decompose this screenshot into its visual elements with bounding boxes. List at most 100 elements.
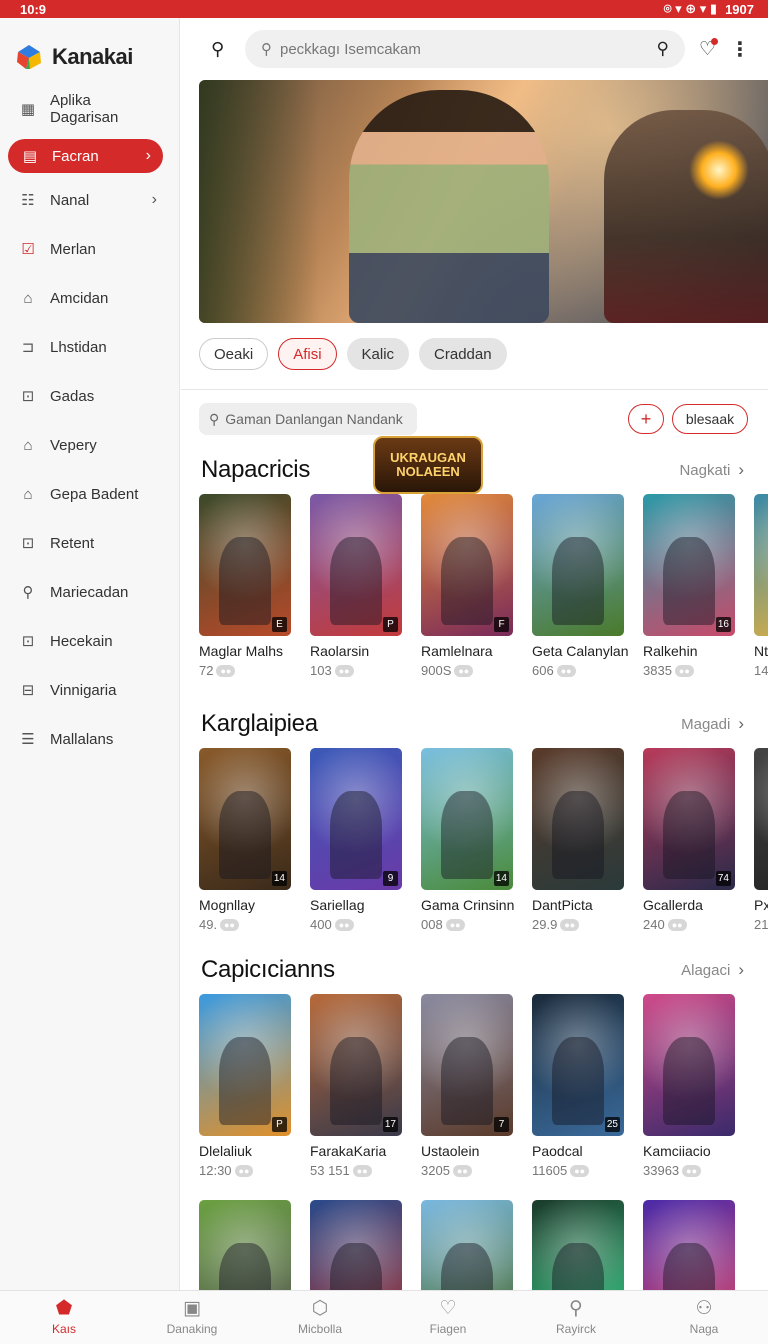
tab-danaking[interactable]: ▣ Danaking	[128, 1291, 256, 1344]
game-thumbnail[interactable]: 15	[310, 1200, 402, 1290]
game-thumbnail[interactable]: 36	[199, 1200, 291, 1290]
chip-kalic[interactable]: Kalic	[346, 338, 410, 370]
section-header: Capicıcianns Alagaci ›	[181, 946, 768, 994]
game-thumbnail[interactable]: P	[310, 494, 402, 636]
game-thumbnail[interactable]: 14	[643, 1200, 735, 1290]
wishlist-icon[interactable]: ♡	[699, 37, 719, 61]
game-thumbnail[interactable]: 8	[421, 1200, 513, 1290]
game-thumbnail[interactable]	[532, 748, 624, 890]
section-see-all[interactable]: Alagaci ›	[681, 960, 744, 980]
thumbnail-character	[441, 1242, 493, 1290]
sidebar-item-amcidan[interactable]: ⌂ Amcidan	[0, 276, 179, 320]
hero-banner[interactable]	[199, 80, 768, 323]
section-see-all[interactable]: Magadi ›	[681, 714, 744, 734]
sidebar-item-facran[interactable]: ▤ Facran ›	[8, 139, 163, 173]
game-card[interactable]: E Maglar Malhs 72 ●●	[199, 494, 302, 678]
game-thumbnail[interactable]: 25	[532, 994, 624, 1136]
game-card[interactable]: 14	[643, 1200, 746, 1290]
game-card[interactable]: P Dlelaliuk 12:30 ●●	[199, 994, 302, 1178]
game-card[interactable]: Geta Calanylan 606 ●●	[532, 494, 635, 678]
game-thumbnail[interactable]: 16	[643, 494, 735, 636]
search-icon[interactable]: ⚲	[211, 39, 231, 60]
game-card[interactable]: 14 Mognllay 49. ●●	[199, 748, 302, 932]
game-thumbnail[interactable]	[643, 994, 735, 1136]
tab-rayirck[interactable]: ⚲ Rayirck	[512, 1291, 640, 1344]
sidebar-item-vinnigaria[interactable]: ⊟ Vinnigaria	[0, 668, 179, 712]
see-all-label: Nagkati	[679, 461, 731, 479]
game-thumbnail[interactable]: 7	[421, 994, 513, 1136]
game-card[interactable]: P Raolarsin 103 ●●	[310, 494, 413, 678]
game-card[interactable]: 7 Ustaolein 3205 ●●	[421, 994, 524, 1178]
sidebar-item-merlan[interactable]: ☑ Merlan	[0, 227, 179, 271]
sidebar-item-hecekain[interactable]: ⊡ Hecekain	[0, 619, 179, 663]
game-thumbnail[interactable]: 9	[310, 748, 402, 890]
game-card[interactable]: 8	[421, 1200, 524, 1290]
game-card[interactable]: 14 Gama Crinsinn 008 ●●	[421, 748, 524, 932]
game-card[interactable]: Kamciiacio 33963 ●●	[643, 994, 746, 1178]
sidebar-item-aplika-dagarisan[interactable]: ▦ Aplika Dagarisan	[0, 87, 179, 131]
game-card[interactable]: 25 Paodcal 11605 ●●	[532, 994, 635, 1178]
sidebar-item-retent[interactable]: ⊡ Retent	[0, 521, 179, 565]
game-meta: 11605 ●●	[532, 1163, 635, 1178]
search-field-icon: ⚲	[261, 41, 272, 58]
game-card[interactable]: Nt 14●●	[754, 494, 768, 678]
rating-pill-icon: ●●	[220, 918, 239, 931]
game-thumbnail[interactable]: 17	[310, 994, 402, 1136]
game-thumbnail[interactable]	[754, 494, 768, 636]
thumbnail-shine	[754, 494, 768, 636]
sidebar-item-vepery[interactable]: ⌂ Vepery	[0, 423, 179, 467]
age-rating-badge: 17	[382, 1117, 398, 1132]
tab-naga[interactable]: ⚇ Naga	[640, 1291, 768, 1344]
thumbnail-character	[441, 1036, 493, 1125]
game-thumbnail[interactable]: P	[199, 994, 291, 1136]
top-bar: ⚲ ⚲ peckkagı Isemcakam ⚲ ♡ ⋮	[181, 18, 768, 80]
tab-label: Kaıs	[51, 1322, 76, 1336]
sidebar-item-mariecadan[interactable]: ⚲ Mariecadan	[0, 570, 179, 614]
game-card[interactable]: 36	[199, 1200, 302, 1290]
game-thumbnail[interactable]	[754, 748, 768, 890]
game-meta: 21●●	[754, 917, 768, 932]
game-card[interactable]: S	[532, 1200, 635, 1290]
game-thumbnail[interactable]: F	[421, 494, 513, 636]
game-meta: 3205 ●●	[421, 1163, 524, 1178]
sidebar-item-gepa-badent[interactable]: ⌂ Gepa Badent	[0, 472, 179, 516]
game-card[interactable]: 17 FarakaKaria 53 151 ●●	[310, 994, 413, 1178]
sidebar-item-lhstidan[interactable]: ⊐ Lhstidan	[0, 325, 179, 369]
chip-oeaki[interactable]: Oeaki	[199, 338, 269, 370]
tab-micbolla[interactable]: ⬡ Micbolla	[256, 1291, 384, 1344]
game-card[interactable]: 9 Sariellag 400 ●●	[310, 748, 413, 932]
add-button[interactable]: +	[628, 404, 664, 434]
game-thumbnail[interactable]: 14	[199, 748, 291, 890]
search-input[interactable]: ⚲ peckkagı Isemcakam ⚲	[245, 30, 685, 68]
game-card[interactable]: 74 Gcallerda 240 ●●	[643, 748, 746, 932]
featured-game-logo[interactable]: UKRAUGAN NOLAEEN	[373, 436, 483, 494]
game-thumbnail[interactable]: S	[532, 1200, 624, 1290]
chevron-right-icon: ›	[151, 191, 157, 208]
sidebar-item-mallalans[interactable]: ☰ Mallalans	[0, 717, 179, 761]
store-icon: ▤	[22, 148, 38, 165]
game-thumbnail[interactable]: 14	[421, 748, 513, 890]
chip-afisi[interactable]: Afisi	[278, 338, 337, 370]
game-count: 240	[643, 917, 665, 932]
game-card[interactable]: 16 Ralkehin 3835 ●●	[643, 494, 746, 678]
tab-kaıs[interactable]: ⬟ Kaıs	[0, 1291, 128, 1344]
tab-fiagen[interactable]: ♡ Fiagen	[384, 1291, 512, 1344]
sidebar-item-gadas[interactable]: ⊡ Gadas	[0, 374, 179, 418]
sidebar-item-label: Aplika Dagarisan	[49, 92, 119, 126]
filter-action-button[interactable]: blesaak	[672, 404, 748, 434]
game-card[interactable]: 15	[310, 1200, 413, 1290]
filter-search-input[interactable]: ⚲ Gaman Danlangan Nandank	[199, 403, 417, 435]
section-see-all[interactable]: Nagkati ›	[679, 460, 744, 480]
search-submit-icon[interactable]: ⚲	[657, 39, 669, 59]
game-thumbnail[interactable]: 74	[643, 748, 735, 890]
sidebar-item-nanal[interactable]: ☷ Nanal ›	[0, 178, 179, 222]
game-thumbnail[interactable]	[532, 494, 624, 636]
game-card[interactable]: F Ramlelnara 900S ●●	[421, 494, 524, 678]
game-card[interactable]: Px 21●●	[754, 748, 768, 932]
brand[interactable]: Kanakai	[0, 18, 179, 82]
sidebar-item-label: Vinnigaria	[50, 681, 117, 699]
game-thumbnail[interactable]: E	[199, 494, 291, 636]
more-menu-icon[interactable]: ⋮	[730, 37, 750, 62]
game-card[interactable]: DantPicta 29.9 ●●	[532, 748, 635, 932]
chip-craddan[interactable]: Craddan	[419, 338, 507, 370]
